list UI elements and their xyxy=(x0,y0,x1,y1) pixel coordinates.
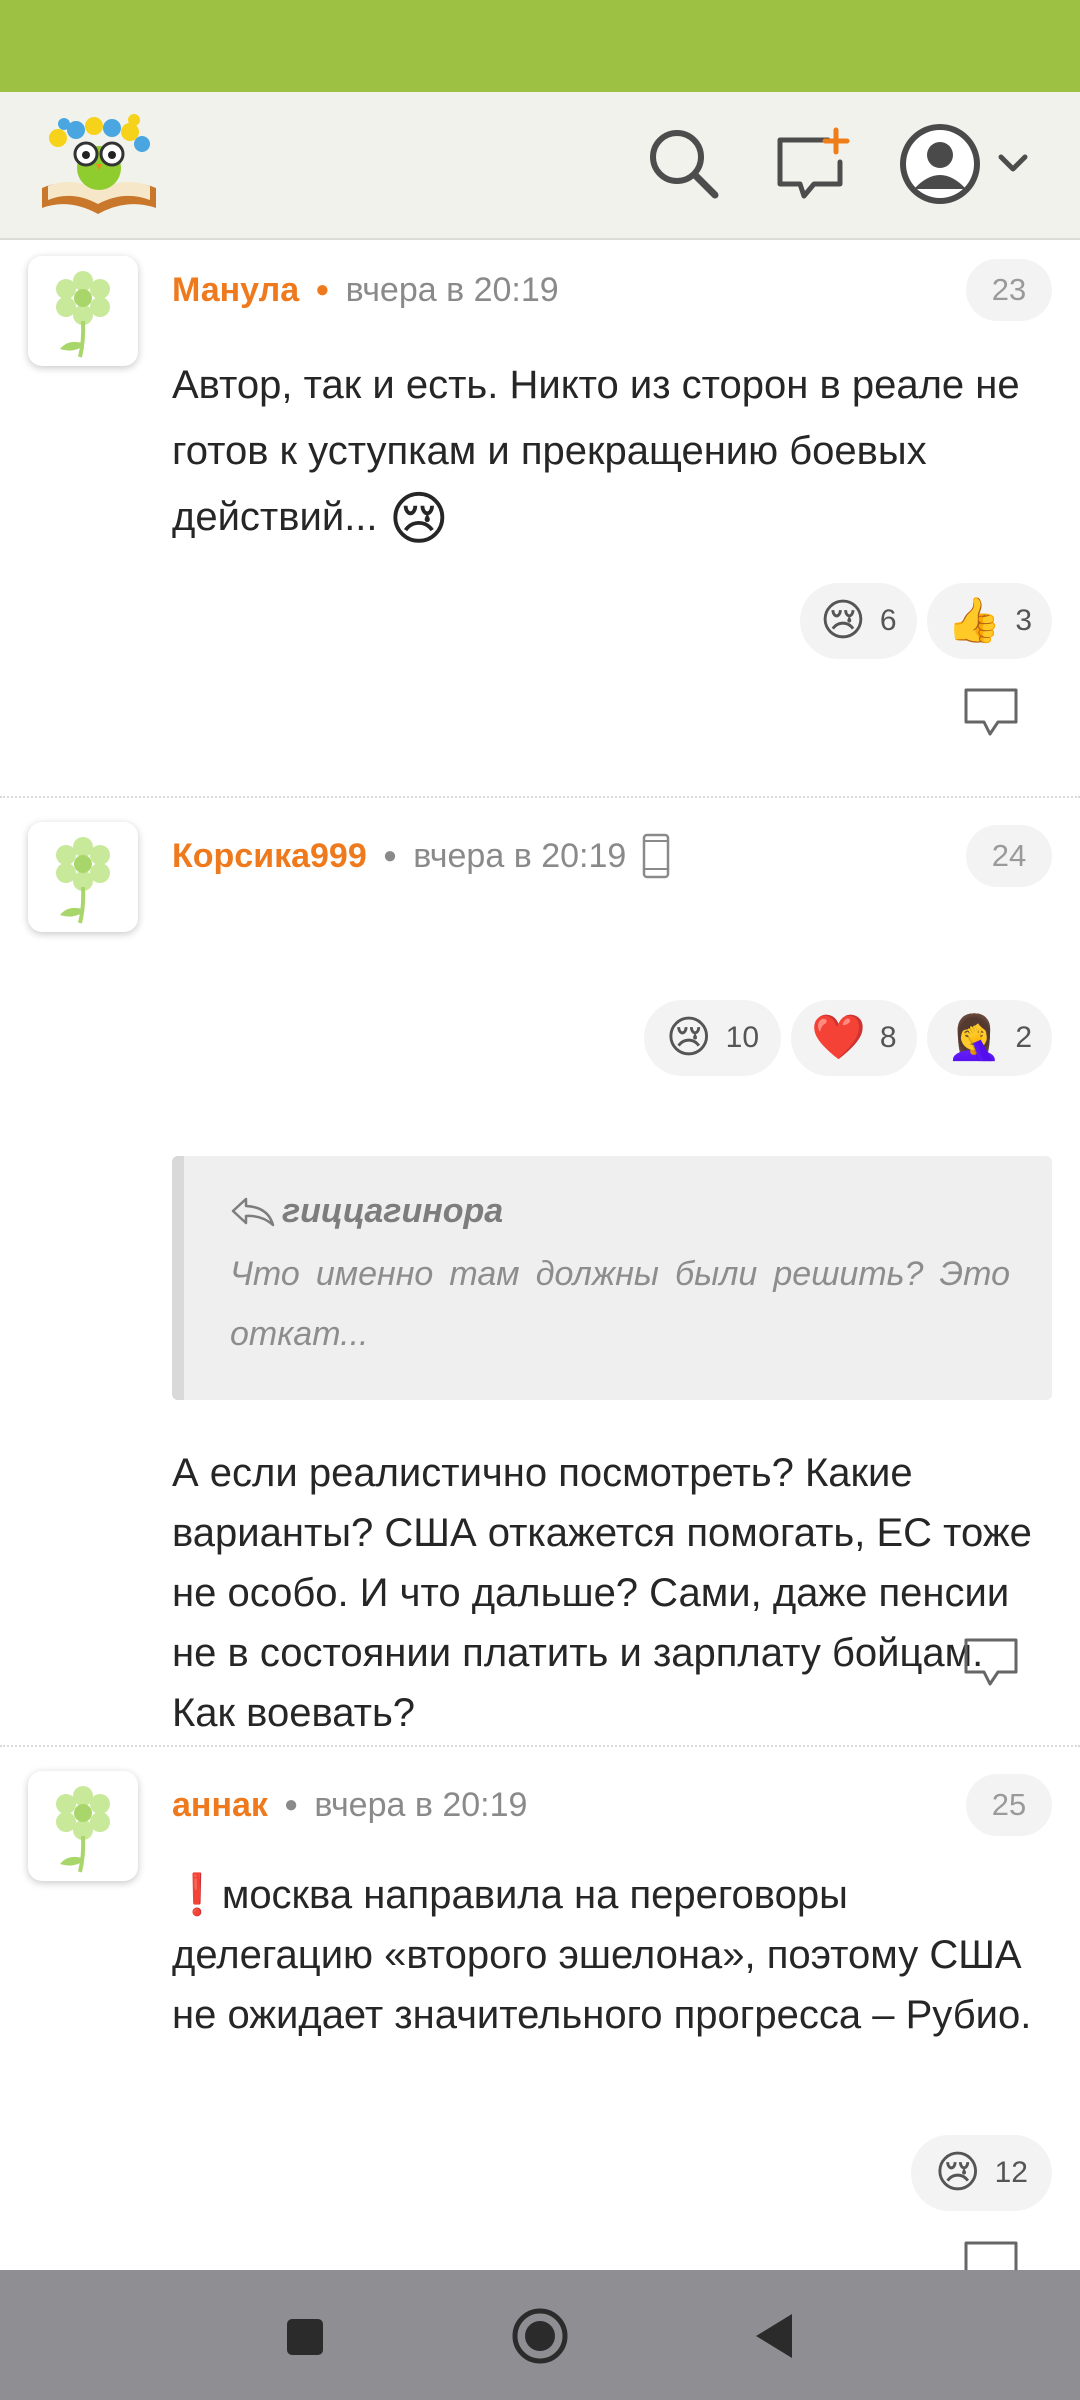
reaction-count: 6 xyxy=(879,604,897,637)
reaction-facepalm[interactable]: 🤦‍♀️ 2 xyxy=(926,1000,1052,1076)
comment-text: Автор, так и есть. Никто из сторон в реа… xyxy=(172,352,1052,552)
quote-header: гиццагинора xyxy=(230,1192,503,1231)
comments-feed: Манула ● вчера в 20:19 23 Автор, так и е… xyxy=(0,240,1080,2270)
home-button[interactable] xyxy=(510,2306,570,2371)
new-post-icon[interactable] xyxy=(774,126,852,204)
comment-divider xyxy=(0,1745,1080,1747)
comment-text: А если реалистично посмотреть? Какие вар… xyxy=(172,1451,1032,1735)
system-nav-bar xyxy=(0,2270,1080,2400)
crying-emoji: 😢 xyxy=(388,486,450,552)
comment-number[interactable]: 25 xyxy=(966,1774,1052,1836)
comment-meta: аннак ● вчера в 20:19 xyxy=(172,1780,527,1830)
reaction-emoji: 🤦‍♀️ xyxy=(946,1013,1002,1062)
reaction-crying[interactable]: 😢 12 xyxy=(910,2135,1052,2211)
reply-icon[interactable] xyxy=(962,686,1020,740)
reaction-count: 12 xyxy=(994,2156,1028,2189)
reaction-crying[interactable]: 😢 6 xyxy=(799,583,917,659)
user-avatar[interactable] xyxy=(28,1771,138,1881)
reply-arrow-icon xyxy=(230,1195,276,1229)
recent-apps-button[interactable] xyxy=(285,2317,325,2362)
reaction-emoji: 😢 xyxy=(819,596,866,645)
separator-dot: ● xyxy=(283,1791,299,1818)
reply-icon[interactable] xyxy=(962,1636,1020,1690)
comment-item: аннак ● вчера в 20:19 25 ❗москва направи… xyxy=(0,1755,1080,2270)
reactions-bar: 😢 6 👍 3 xyxy=(799,583,1052,659)
comment-number[interactable]: 24 xyxy=(966,825,1052,887)
reaction-thumbs-up[interactable]: 👍 3 xyxy=(926,583,1052,659)
back-button[interactable] xyxy=(752,2312,796,2365)
comment-time: вчера в 20:19 xyxy=(413,836,627,875)
reaction-count: 8 xyxy=(879,1021,897,1054)
comment-item: Корсика999 ● вчера в 20:19 24 гиццагинор… xyxy=(0,806,1080,1735)
quote-author[interactable]: гиццагинора xyxy=(282,1192,503,1231)
comment-body: москва направила на переговоры делегацию… xyxy=(172,1873,1032,2037)
chevron-down-icon xyxy=(998,154,1028,172)
reaction-emoji: ❤️ xyxy=(811,1013,866,1062)
mobile-phone-icon xyxy=(642,833,670,879)
reaction-emoji: 👍 xyxy=(946,596,1002,645)
reaction-emoji: 😢 xyxy=(665,1013,712,1062)
quote-block[interactable]: гиццагинора Что именно там должны были р… xyxy=(172,1156,1052,1400)
reaction-count: 3 xyxy=(1015,604,1032,637)
comment-author[interactable]: аннак xyxy=(172,1786,268,1825)
quote-text: Что именно там должны были решить? Это о… xyxy=(230,1255,1010,1353)
reply-icon[interactable] xyxy=(962,2239,1020,2270)
reaction-count: 10 xyxy=(725,1021,760,1054)
comment-author[interactable]: Корсика999 xyxy=(172,837,367,876)
comment-time: вчера в 20:19 xyxy=(345,270,559,309)
comment-number[interactable]: 23 xyxy=(966,259,1052,321)
status-bar xyxy=(0,0,1080,92)
reaction-emoji: 😢 xyxy=(934,2148,981,2197)
owl-book-logo[interactable] xyxy=(34,110,164,222)
exclamation-emoji: ❗ xyxy=(172,1873,222,1917)
reactions-bar: 😢 10 ❤️ 8 🤦‍♀️ 2 xyxy=(643,1000,1052,1076)
reaction-count: 2 xyxy=(1015,1021,1032,1054)
reaction-heart[interactable]: ❤️ 8 xyxy=(791,1000,917,1076)
comment-divider xyxy=(0,796,1080,798)
comment-meta: Манула ● вчера в 20:19 xyxy=(172,265,559,315)
profile-menu-button[interactable] xyxy=(895,119,1045,209)
user-avatar[interactable] xyxy=(28,822,138,932)
comment-author[interactable]: Манула xyxy=(172,271,299,310)
comment-body: Автор, так и есть. Никто из сторон в реа… xyxy=(172,363,1020,539)
user-avatar[interactable] xyxy=(28,256,138,366)
comment-time: вчера в 20:19 xyxy=(314,1785,528,1824)
reaction-crying[interactable]: 😢 10 xyxy=(643,1000,782,1076)
online-dot: ● xyxy=(315,276,330,303)
separator-dot: ● xyxy=(382,842,398,869)
comment-item: Манула ● вчера в 20:19 23 Автор, так и е… xyxy=(0,240,1080,795)
search-icon[interactable] xyxy=(645,125,723,203)
app-header xyxy=(0,92,1080,240)
comment-text: ❗москва направила на переговоры делегаци… xyxy=(172,1865,1052,2045)
comment-meta: Корсика999 ● вчера в 20:19 xyxy=(172,831,670,881)
reactions-bar: 😢 12 xyxy=(910,2135,1052,2211)
profile-avatar-icon xyxy=(900,124,980,204)
